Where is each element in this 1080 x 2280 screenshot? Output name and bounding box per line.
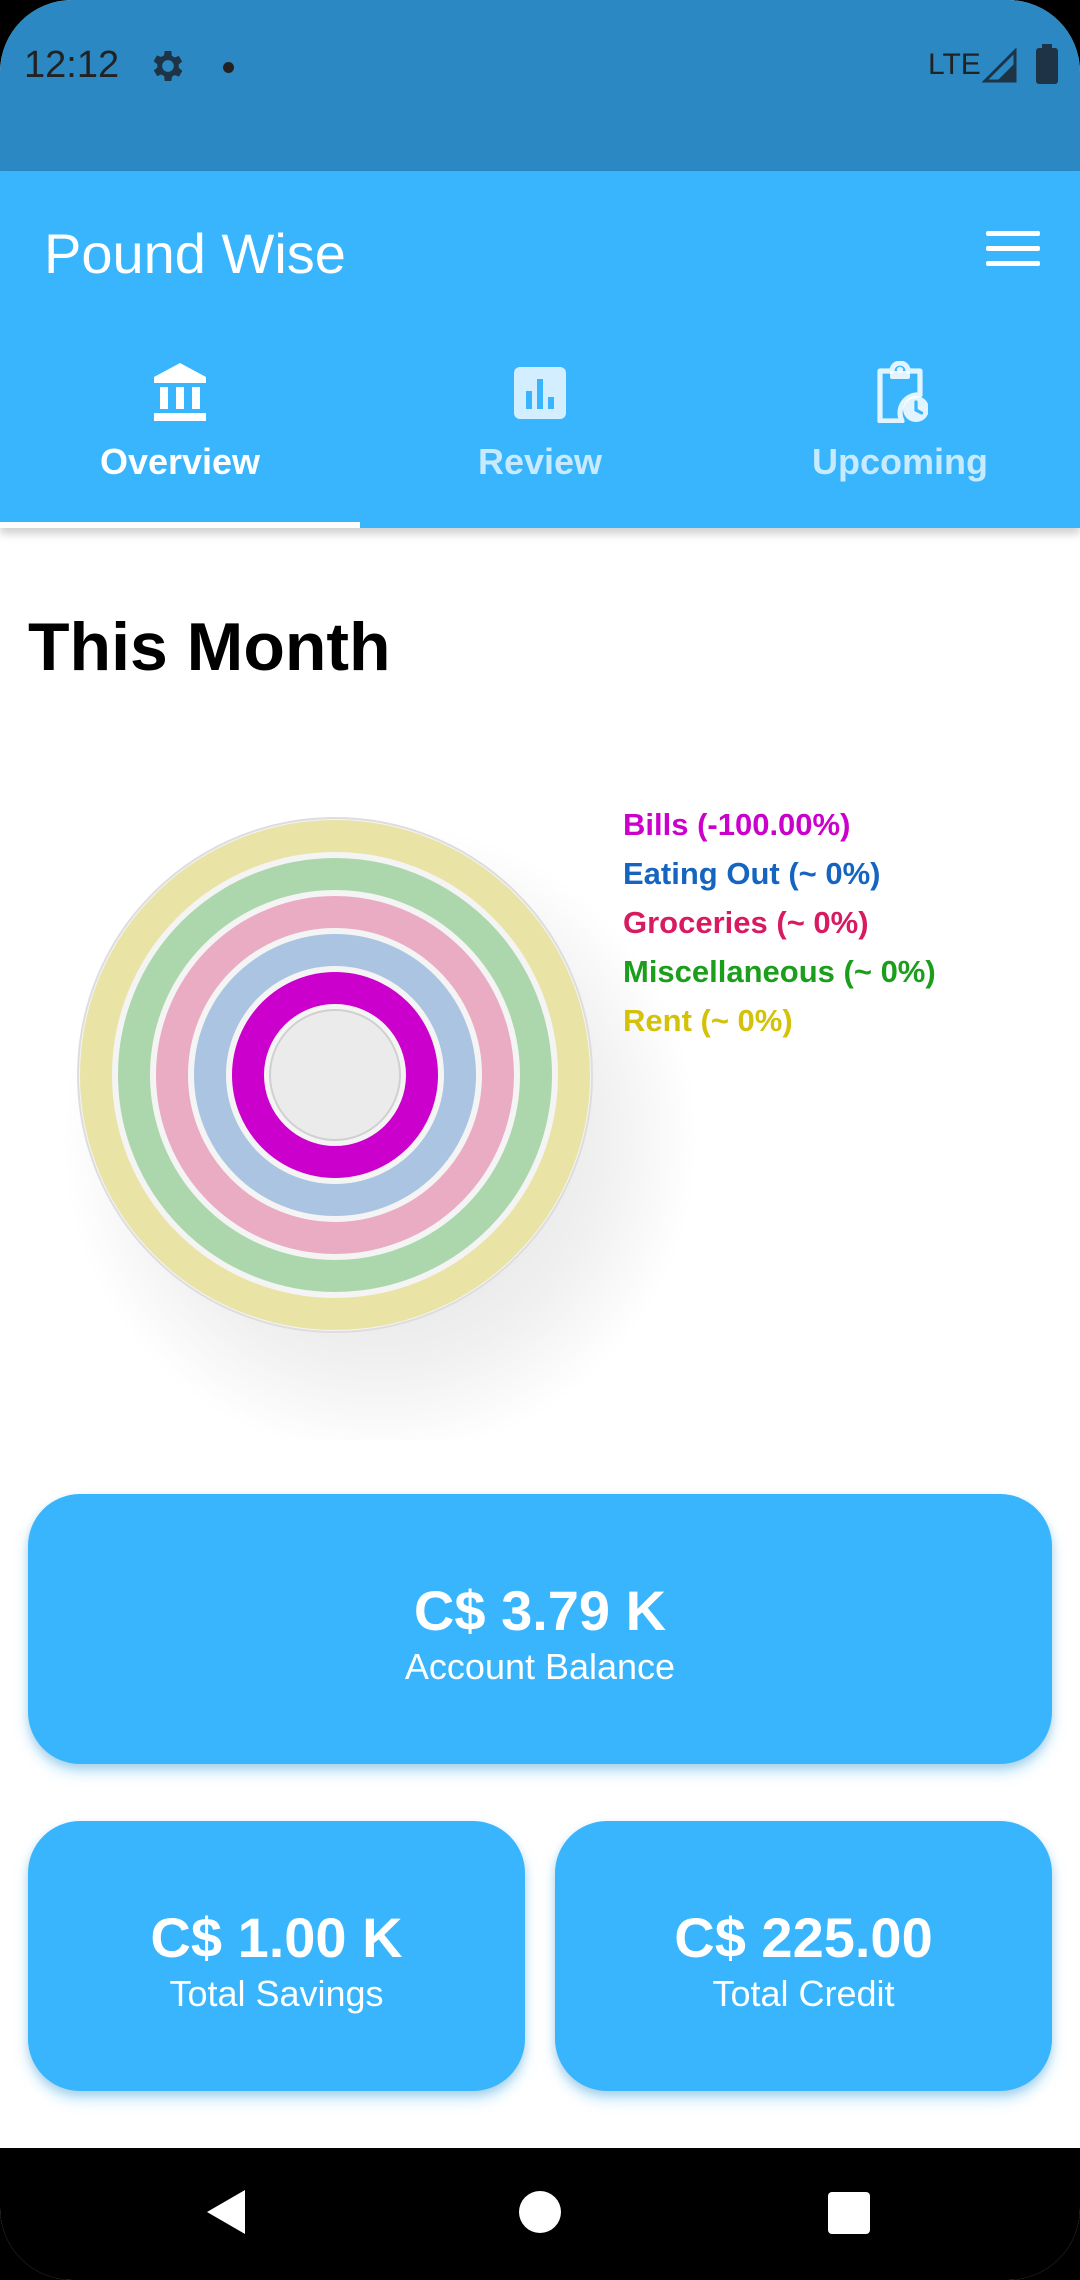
clipboard-clock-icon bbox=[877, 361, 928, 423]
status-time: 12:12 bbox=[24, 44, 120, 86]
total-credit-amount: C$ 225.00 bbox=[674, 1906, 933, 1969]
section-heading: This Month bbox=[28, 609, 391, 685]
chart-legend: Bills (-100.00%) Eating Out (~ 0%) Groce… bbox=[623, 800, 936, 1045]
total-savings-amount: C$ 1.00 K bbox=[150, 1906, 403, 1969]
legend-item-eating-out: Eating Out (~ 0%) bbox=[623, 856, 881, 891]
notification-dot-icon bbox=[223, 62, 234, 73]
account-balance-label: Account Balance bbox=[404, 1646, 676, 1687]
tab-review[interactable]: Review bbox=[360, 341, 720, 528]
app-title: Pound Wise bbox=[44, 222, 346, 285]
back-icon[interactable] bbox=[205, 2188, 247, 2236]
bank-icon bbox=[154, 363, 206, 421]
legend-item-miscellaneous: Miscellaneous (~ 0%) bbox=[623, 954, 936, 989]
total-credit-label: Total Credit bbox=[712, 1973, 895, 2014]
tab-upcoming-label: Upcoming bbox=[812, 441, 988, 482]
signal-icon bbox=[982, 48, 1017, 83]
home-icon[interactable] bbox=[519, 2191, 561, 2233]
system-nav-bar bbox=[0, 2148, 1080, 2280]
hamburger-menu-icon[interactable] bbox=[986, 229, 1040, 269]
account-balance-amount: C$ 3.79 K bbox=[413, 1579, 667, 1642]
settings-gear-icon bbox=[153, 51, 183, 81]
tab-review-label: Review bbox=[477, 441, 603, 482]
bar-chart-icon bbox=[514, 367, 566, 419]
legend-item-groceries: Groceries (~ 0%) bbox=[623, 905, 869, 940]
network-type: LTE bbox=[928, 48, 981, 81]
tab-bar: Overview Review Upcoming bbox=[0, 341, 1080, 528]
total-savings-label: Total Savings bbox=[169, 1973, 384, 2014]
active-tab-indicator bbox=[0, 522, 360, 528]
total-savings-card[interactable]: C$ 1.00 K Total Savings bbox=[28, 1821, 525, 2091]
app-bar: Pound Wise Overview Review Upcoming bbox=[0, 171, 1080, 528]
donut-center-hole bbox=[269, 1009, 401, 1141]
legend-item-bills: Bills (-100.00%) bbox=[623, 807, 851, 842]
battery-icon bbox=[1036, 44, 1058, 84]
tab-overview-label: Overview bbox=[99, 441, 261, 482]
tab-upcoming[interactable]: Upcoming bbox=[720, 341, 1080, 528]
status-bar: 12:12 LTE bbox=[0, 0, 1080, 171]
tab-overview[interactable]: Overview bbox=[0, 341, 360, 528]
total-credit-card[interactable]: C$ 225.00 Total Credit bbox=[555, 1821, 1052, 2091]
recent-apps-icon[interactable] bbox=[828, 2192, 870, 2234]
legend-item-rent: Rent (~ 0%) bbox=[623, 1003, 793, 1038]
category-donut-chart[interactable] bbox=[60, 800, 700, 1440]
app-screen: 12:12 LTE Pound Wise Overview Review Upc… bbox=[0, 0, 1080, 2280]
account-balance-card[interactable]: C$ 3.79 K Account Balance bbox=[28, 1494, 1052, 1764]
